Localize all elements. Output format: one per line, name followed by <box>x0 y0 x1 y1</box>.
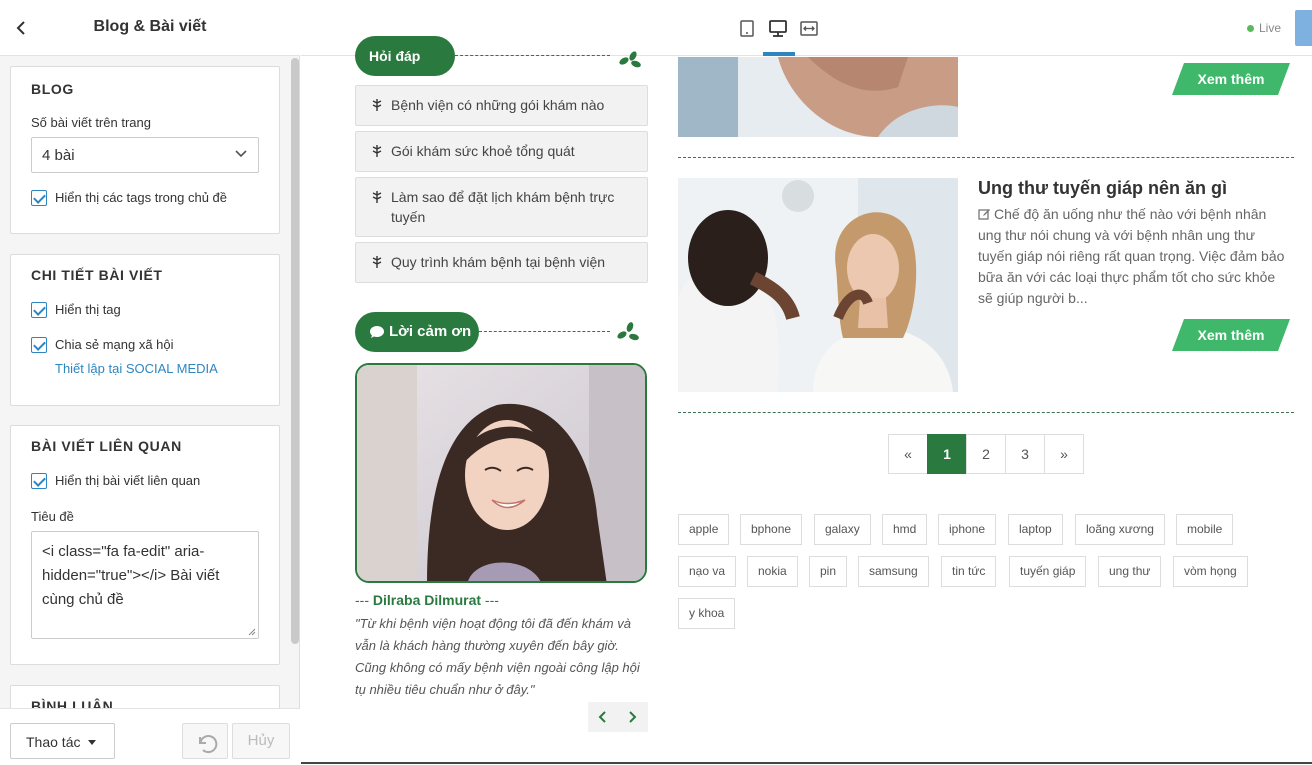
post-detail-settings-card: CHI TIẾT BÀI VIẾT Hiển thị tag Chia sẻ m… <box>10 254 280 406</box>
tag-link[interactable]: mobile <box>1176 514 1234 545</box>
social-media-settings-link[interactable]: Thiết lập tại SOCIAL MEDIA <box>55 361 218 376</box>
tag-link[interactable]: hmd <box>882 514 928 545</box>
pagination-page[interactable]: 2 <box>966 434 1006 474</box>
pagination-page[interactable]: 3 <box>1005 434 1045 474</box>
testimonial-photo <box>355 363 647 583</box>
social-share-label: Chia sẻ mạng xã hội <box>55 337 174 352</box>
posts-per-page-select[interactable]: 4 bài <box>31 137 259 173</box>
post-thumbnail[interactable] <box>678 178 958 392</box>
thanks-heading-pill: Lời cảm ơn <box>355 312 479 352</box>
leaf-ornament-icon <box>617 322 639 341</box>
faq-item-text: Bệnh viện có những gói khám nào <box>391 97 605 113</box>
pagination-page[interactable]: 1 <box>927 434 967 474</box>
faq-item-text: Quy trình khám bệnh tại bệnh viện <box>391 254 606 270</box>
actions-label: Thao tác <box>26 734 81 750</box>
post-divider <box>678 412 1294 413</box>
posts-per-page-value: 4 bài <box>42 147 75 164</box>
herb-icon <box>372 256 382 268</box>
tag-link[interactable]: bphone <box>740 514 803 545</box>
pagination-prev[interactable]: « <box>888 434 928 474</box>
comment-icon <box>370 326 384 338</box>
pagination-next[interactable]: » <box>1044 434 1084 474</box>
related-title-label: Tiêu đề <box>31 509 74 524</box>
checkbox-checked-icon <box>31 473 47 489</box>
comments-heading: BÌNH LUẬN <box>31 698 114 708</box>
post-excerpt-text: Chế độ ăn uống như thế nào với bệnh nhân… <box>978 206 1285 306</box>
related-posts-heading: BÀI VIẾT LIÊN QUAN <box>31 438 182 454</box>
sidebar-footer: Thao tác Hủy <box>0 708 300 764</box>
checkbox-checked-icon <box>31 190 47 206</box>
related-title-value: <i class="fa fa-edit" aria-hidden="true"… <box>42 543 220 608</box>
related-title-textarea[interactable]: <i class="fa fa-edit" aria-hidden="true"… <box>31 531 259 639</box>
chevron-down-icon <box>235 150 247 158</box>
tag-link[interactable]: nokia <box>747 556 798 587</box>
tag-link[interactable]: y khoa <box>678 598 736 629</box>
read-more-button[interactable]: Xem thêm <box>1172 319 1290 351</box>
faq-item[interactable]: Bệnh viện có những gói khám nào <box>355 85 648 126</box>
author-suffix: --- <box>484 592 499 608</box>
testimonial-navigation <box>588 702 648 732</box>
tag-link[interactable]: apple <box>678 514 730 545</box>
tag-link[interactable]: iphone <box>938 514 997 545</box>
thanks-section-heading: Lời cảm ơn <box>355 312 648 352</box>
blog-settings-card: BLOG Số bài viết trên trang 4 bài Hiển t… <box>10 66 280 234</box>
testimonial-quote: "Từ khi bệnh viện hoạt động tôi đã đến k… <box>355 616 640 697</box>
post-excerpt: Chế độ ăn uống như thế nào với bệnh nhân… <box>978 204 1288 309</box>
author-prefix: --- <box>355 592 369 608</box>
herb-icon <box>372 145 382 157</box>
herb-icon <box>372 191 382 203</box>
post-detail-heading: CHI TIẾT BÀI VIẾT <box>31 267 163 283</box>
herb-icon <box>372 99 382 111</box>
post-title[interactable]: Ung thư tuyến giáp nên ăn gì <box>978 178 1227 199</box>
sidebar-scroll-area: BLOG Số bài viết trên trang 4 bài Hiển t… <box>0 56 290 708</box>
sidebar-scrollbar[interactable] <box>291 58 299 644</box>
thanks-heading-text: Lời cảm ơn <box>389 323 472 340</box>
faq-item-text: Gói khám sức khoẻ tổng quát <box>391 143 575 159</box>
actions-dropdown-button[interactable]: Thao tác <box>10 723 115 759</box>
post-divider <box>678 157 1294 158</box>
undo-icon <box>199 735 218 753</box>
toolbar-overlay <box>301 0 1312 56</box>
testimonial-author: --- Dilraba Dilmurat --- <box>355 592 499 608</box>
tag-link[interactable]: vòm họng <box>1173 556 1248 587</box>
caret-down-icon <box>88 740 96 745</box>
checkbox-checked-icon <box>31 337 47 353</box>
show-tags-label: Hiển thị các tags trong chủ đề <box>55 190 227 205</box>
edit-icon <box>978 209 990 220</box>
posts-per-page-label: Số bài viết trên trang <box>31 115 151 130</box>
read-more-label: Xem thêm <box>1197 327 1265 343</box>
tag-link[interactable]: pin <box>809 556 848 587</box>
comments-settings-card: BÌNH LUẬN <box>10 685 280 708</box>
undo-button[interactable] <box>182 723 228 759</box>
tag-link[interactable]: loãng xương <box>1075 514 1165 545</box>
sidebar-header: Blog & Bài viết <box>0 0 300 56</box>
tag-link[interactable]: nạo va <box>678 556 737 587</box>
tag-link[interactable]: samsung <box>858 556 929 587</box>
tag-link[interactable]: tuyến giáp <box>1009 556 1087 587</box>
tag-link[interactable]: ung thư <box>1098 556 1162 587</box>
resize-handle-icon[interactable] <box>248 628 256 636</box>
post-thumbnail[interactable] <box>678 57 958 137</box>
blog-heading: BLOG <box>31 81 74 97</box>
author-name: Dilraba Dilmurat <box>372 592 482 608</box>
faq-item[interactable]: Quy trình khám bệnh tại bệnh viện <box>355 242 648 283</box>
faq-item[interactable]: Gói khám sức khoẻ tổng quát <box>355 131 648 172</box>
tag-link[interactable]: tin tức <box>941 556 997 587</box>
tag-link[interactable]: galaxy <box>814 514 871 545</box>
chevron-right-icon[interactable] <box>624 709 640 725</box>
show-tag-label: Hiển thị tag <box>55 302 121 317</box>
chevron-left-icon[interactable] <box>595 709 611 725</box>
read-more-label: Xem thêm <box>1197 71 1265 87</box>
checkbox-checked-icon <box>31 302 47 318</box>
cancel-button[interactable]: Hủy <box>232 723 290 759</box>
show-related-label: Hiển thị bài viết liên quan <box>55 473 201 488</box>
thanks-heading-line <box>479 331 610 332</box>
read-more-button[interactable]: Xem thêm <box>1172 63 1290 95</box>
faq-item[interactable]: Làm sao để đặt lịch khám bệnh trực tuyến <box>355 177 648 237</box>
customizer-sidebar: Blog & Bài viết BLOG Số bài viết trên tr… <box>0 0 300 764</box>
sidebar-title: Blog & Bài viết <box>93 18 207 35</box>
tag-link[interactable]: laptop <box>1008 514 1063 545</box>
faq-item-text: Làm sao để đặt lịch khám bệnh trực tuyến <box>391 189 615 225</box>
related-posts-settings-card: BÀI VIẾT LIÊN QUAN Hiển thị bài viết liê… <box>10 425 280 665</box>
